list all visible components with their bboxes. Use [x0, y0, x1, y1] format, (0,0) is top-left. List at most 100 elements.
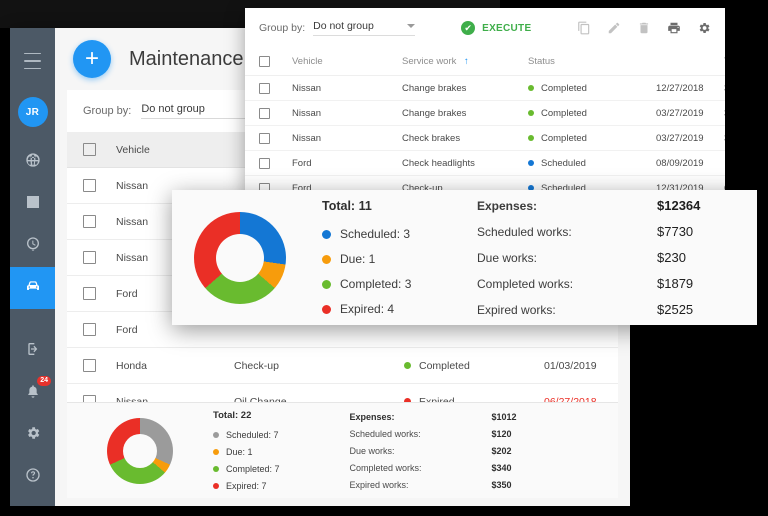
status-dot: [528, 110, 534, 116]
legend-label: Scheduled: 3: [340, 227, 410, 241]
screen: JR: [0, 0, 768, 516]
select-all-checkbox[interactable]: [83, 143, 96, 156]
sidebar-item-globe[interactable]: [10, 141, 55, 183]
status-dot: [528, 85, 534, 91]
legend-dot-expired: [213, 483, 219, 489]
grid-column-status[interactable]: Status: [528, 56, 656, 67]
legend-dot-due: [213, 449, 219, 455]
grid-cell-vehicle: Ford: [292, 158, 402, 169]
grid-column-target[interactable]: Target: [724, 56, 725, 67]
grid-cell-date: 03/27/2019: [656, 133, 724, 144]
legend-dot-completed: [213, 466, 219, 472]
globe-icon: [25, 152, 41, 173]
sidebar-item-logout[interactable]: [10, 330, 55, 372]
bottom-total-label: Total: 22: [213, 410, 280, 421]
cell-status: Completed: [404, 360, 544, 372]
legend-label: Expired: 4: [340, 302, 394, 316]
grid-row[interactable]: Nissan Change brakes Completed 03/27/201…: [245, 101, 725, 126]
grid-select-all-checkbox[interactable]: [259, 56, 270, 67]
row-checkbox[interactable]: [83, 323, 96, 336]
expense-value: $350: [492, 480, 562, 490]
sidebar-item-notifications[interactable]: 24: [10, 372, 55, 414]
expense-value: $120: [492, 429, 562, 439]
row-checkbox[interactable]: [83, 179, 96, 192]
status-label: Completed: [541, 108, 587, 119]
avatar-initials: JR: [26, 107, 40, 118]
menu-toggle-button[interactable]: [10, 41, 55, 81]
grid-group-by-select[interactable]: Do not group: [313, 20, 415, 36]
legend-item: Due: 1: [322, 252, 411, 266]
expense-label: Due works:: [477, 251, 657, 265]
grid-row-checkbox[interactable]: [259, 83, 270, 94]
status-dot: [528, 135, 534, 141]
legend-dot-expired: [322, 305, 331, 314]
bottom-expenses: Expenses: $1012 Scheduled works: $120 Du…: [350, 412, 562, 490]
table-row[interactable]: Honda Check-up Completed 01/03/2019 —: [67, 348, 618, 384]
grid-cell-vehicle: Nissan: [292, 83, 402, 94]
legend-item: Scheduled: 3: [322, 227, 411, 241]
grid-row-checkbox[interactable]: [259, 108, 270, 119]
expense-label: Expenses:: [350, 412, 492, 422]
grid-row[interactable]: Nissan Change brakes Completed 12/27/201…: [245, 76, 725, 101]
legend-item: Completed: 7: [213, 464, 280, 474]
gear-icon: [25, 425, 41, 446]
chevron-down-icon: [407, 24, 415, 28]
sidebar-item-reports[interactable]: [10, 183, 55, 225]
delete-trash-icon[interactable]: [637, 21, 651, 35]
print-icon[interactable]: [667, 21, 681, 35]
status-dot: [528, 160, 534, 166]
grid-column-service[interactable]: Service work ↑: [402, 56, 528, 67]
expense-label: Expired works:: [477, 303, 657, 317]
expense-value: $202: [492, 446, 562, 456]
legend-item: Expired: 7: [213, 481, 280, 491]
expense-value: $2525: [657, 302, 737, 317]
sidebar-item-help[interactable]: [10, 456, 55, 498]
add-task-button[interactable]: +: [73, 40, 111, 78]
expense-value: $230: [657, 250, 737, 265]
grid-cell-target: 3102: [724, 108, 725, 119]
copy-icon[interactable]: [577, 21, 591, 35]
summary-total-label: Total: 11: [322, 199, 411, 213]
column-header-vehicle[interactable]: Vehicle: [116, 144, 234, 156]
group-by-label: Group by:: [83, 105, 131, 117]
avatar[interactable]: JR: [18, 97, 48, 127]
grid-cell-status: Completed: [528, 83, 656, 94]
grid-column-vehicle[interactable]: Vehicle: [292, 56, 402, 67]
row-checkbox[interactable]: [83, 287, 96, 300]
sidebar-item-settings[interactable]: [10, 414, 55, 456]
legend-label: Due: 1: [226, 447, 253, 457]
grid-cell-status: Scheduled: [528, 158, 656, 169]
bottom-donut-chart: [107, 418, 173, 484]
sidebar: JR: [10, 28, 55, 506]
hamburger-icon: [24, 53, 41, 55]
grid-row[interactable]: Ford Check headlights Scheduled 08/09/20…: [245, 151, 725, 176]
grid-cell-vehicle: Nissan: [292, 108, 402, 119]
gear-icon[interactable]: [697, 21, 711, 35]
grid-row[interactable]: Nissan Check brakes Completed 03/27/2019…: [245, 126, 725, 151]
status-label: Scheduled: [541, 158, 586, 169]
grid-cell-vehicle: Nissan: [292, 133, 402, 144]
expense-row: Expired works: $2525: [477, 302, 737, 317]
legend-label: Completed: 3: [340, 277, 411, 291]
row-checkbox[interactable]: [83, 251, 96, 264]
row-checkbox[interactable]: [83, 215, 96, 228]
expense-label: Completed works:: [350, 463, 492, 473]
grid-cell-date: 03/27/2019: [656, 108, 724, 119]
bottom-legend: Total: 22 Scheduled: 7 Due: 1 Completed:…: [213, 410, 280, 491]
expense-value: $1879: [657, 276, 737, 291]
grid-row-checkbox[interactable]: [259, 158, 270, 169]
expense-value: $340: [492, 463, 562, 473]
logout-icon: [25, 341, 41, 362]
edit-pencil-icon[interactable]: [607, 21, 621, 35]
row-checkbox[interactable]: [83, 359, 96, 372]
grid-cell-date: 08/09/2019: [656, 158, 724, 169]
toolbar-icons: [577, 21, 711, 35]
grid-cell-service: Check brakes: [402, 133, 528, 144]
grid-cell-status: Completed: [528, 108, 656, 119]
execute-button[interactable]: ✔ EXECUTE: [461, 21, 531, 35]
sidebar-item-history[interactable]: [10, 225, 55, 267]
grid-row-checkbox[interactable]: [259, 133, 270, 144]
sidebar-item-vehicles[interactable]: [10, 267, 55, 309]
legend-label: Expired: 7: [226, 481, 267, 491]
group-by-value: Do not group: [141, 103, 205, 115]
